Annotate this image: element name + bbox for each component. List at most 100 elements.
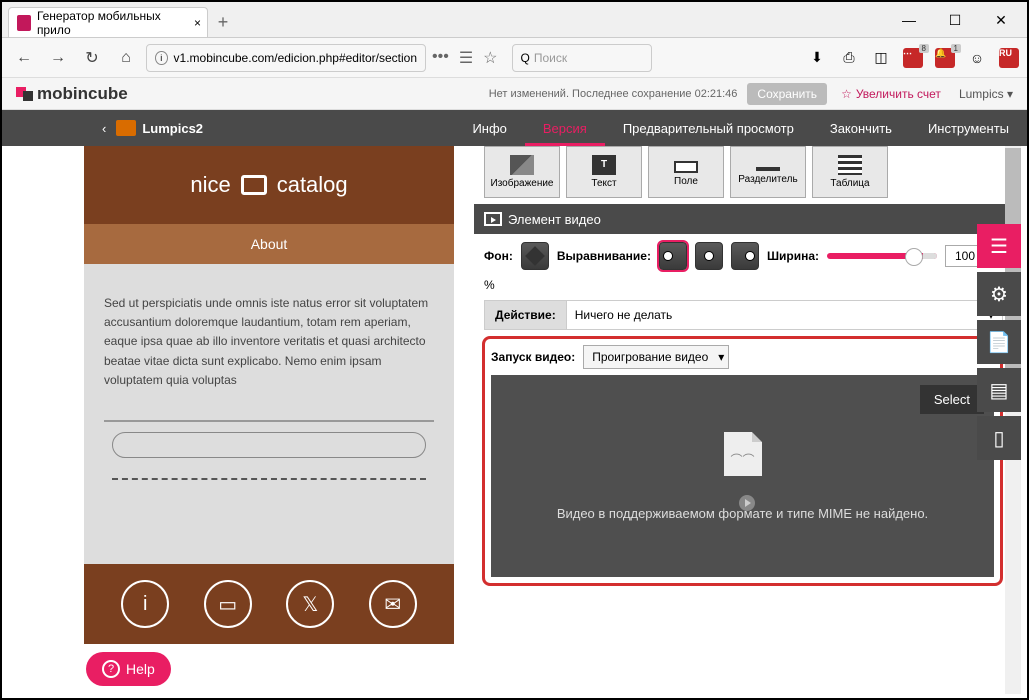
preview-divider [104, 420, 434, 422]
bookmark-icon[interactable]: ☆ [483, 48, 497, 68]
rail-settings-button[interactable]: ⚙ [977, 272, 1021, 316]
close-window-button[interactable]: ✕ [979, 6, 1023, 34]
star-icon: ☆ [841, 87, 852, 101]
url-toolbar: ← → ↻ ⌂ i v1.mobincube.com/edicion.php#e… [2, 38, 1027, 78]
tool-table[interactable]: Таблица [812, 146, 888, 198]
rail-device-button[interactable]: ▯ [977, 416, 1021, 460]
home-button[interactable]: ⌂ [112, 44, 140, 72]
ext-bell-icon[interactable]: 🔔1 [935, 48, 955, 68]
help-icon: ? [102, 660, 120, 678]
select-video-button[interactable]: Select [920, 385, 984, 414]
preview-about: About [84, 224, 454, 264]
play-icon [739, 495, 755, 511]
forward-button[interactable]: → [44, 44, 72, 72]
ext-face-icon[interactable]: ☺ [967, 48, 987, 68]
divider-icon [756, 167, 780, 171]
nav-tools[interactable]: Инструменты [910, 110, 1027, 146]
nav-preview[interactable]: Предварительный просмотр [605, 110, 812, 146]
ext-lastpass-icon[interactable]: ⋯8 [903, 48, 923, 68]
launch-label: Запуск видео: [491, 350, 575, 364]
search-placeholder: Поиск [534, 51, 567, 65]
window-controls: — ☐ ✕ [887, 6, 1023, 34]
preview-lorem: Sed ut perspiciatis unde omnis iste natu… [104, 294, 434, 390]
align-right-button[interactable] [731, 242, 759, 270]
video-icon [484, 212, 502, 226]
mail-icon: ✉ [369, 580, 417, 628]
address-bar[interactable]: i v1.mobincube.com/edicion.php#editor/se… [146, 44, 426, 72]
side-rail: ☰ ⚙ 📄 ▤ ▯ [977, 224, 1021, 460]
editor-content: nice catalog About Sed ut perspiciatis u… [84, 146, 1023, 694]
nav-info[interactable]: Инфо [454, 110, 524, 146]
twitter-icon: 𝕏 [286, 580, 334, 628]
phone-preview-column: nice catalog About Sed ut perspiciatis u… [84, 146, 474, 694]
image-icon [510, 155, 534, 175]
field-icon [674, 161, 698, 173]
maximize-button[interactable]: ☐ [933, 6, 977, 34]
broken-file-icon: ⌒⌒ [724, 432, 762, 476]
tool-divider[interactable]: Разделитель [730, 146, 806, 198]
browser-tab[interactable]: Генератор мобильных прило × [8, 7, 208, 37]
rail-page-settings-button[interactable]: 📄 [977, 320, 1021, 364]
video-drop-area[interactable]: Select ⌒⌒ Видео в поддерживаемом формате… [491, 375, 994, 577]
app-badge-icon [116, 120, 136, 136]
user-menu[interactable]: Lumpics ▾ [959, 87, 1013, 101]
align-center-button[interactable] [695, 242, 723, 270]
minimize-button[interactable]: — [887, 6, 931, 34]
more-icon[interactable]: ••• [432, 48, 449, 68]
tool-field[interactable]: Поле [648, 146, 724, 198]
search-icon: Q [521, 51, 530, 65]
reader-icon[interactable]: ☰ [459, 48, 473, 68]
app-header: mobincube Нет изменений. Последнее сохра… [2, 78, 1027, 110]
bg-label: Фон: [484, 249, 513, 263]
url-text: v1.mobincube.com/edicion.php#editor/sect… [174, 51, 417, 65]
new-tab-button[interactable]: + [208, 7, 238, 37]
preview-body: Sed ut perspiciatis unde omnis iste natu… [84, 264, 454, 564]
app-name: Lumpics2 [142, 121, 203, 136]
style-props-row: Фон: Выравнивание: Ширина: 100 % [474, 234, 1023, 300]
preview-dashed [112, 478, 426, 480]
preview-footer: i ▭ 𝕏 ✉ [84, 564, 454, 644]
tool-image[interactable]: Изображение [484, 146, 560, 198]
info-icon: i [121, 580, 169, 628]
launch-select[interactable]: Проигрование видео [583, 345, 729, 369]
browser-tab-strip: Генератор мобильных прило × + — ☐ ✕ [2, 2, 1027, 38]
width-slider[interactable] [827, 253, 937, 259]
ext-ru-icon[interactable]: RU [999, 48, 1019, 68]
video-config-box: Запуск видео: Проигрование видео Select … [482, 336, 1003, 586]
preview-input [112, 432, 426, 458]
close-icon[interactable]: × [194, 16, 201, 30]
video-section-header: Элемент видео [474, 204, 1005, 234]
upgrade-button[interactable]: ☆ Увеличить счет [841, 87, 941, 101]
save-status: Нет изменений. Последнее сохранение 02:2… [489, 88, 738, 100]
rail-data-button[interactable]: ▤ [977, 368, 1021, 412]
launch-row: Запуск видео: Проигрование видео [491, 345, 994, 369]
editor-nav-bar: ‹ Lumpics2 Инфо Версия Предварительный п… [2, 110, 1027, 146]
phone-preview[interactable]: nice catalog About Sed ut perspiciatis u… [84, 146, 454, 694]
download-icon[interactable]: ⬇ [807, 48, 827, 68]
bg-color-button[interactable] [521, 242, 549, 270]
width-unit: % [484, 278, 495, 292]
back-button[interactable]: ← [10, 44, 38, 72]
properties-panel: Изображение TТекст Поле Разделитель Табл… [474, 146, 1023, 694]
search-input[interactable]: Q Поиск [512, 44, 652, 72]
help-button[interactable]: ? Help [86, 652, 171, 686]
reload-button[interactable]: ↻ [78, 44, 106, 72]
preview-header: nice catalog [84, 146, 454, 224]
url-actions: ••• ☰ ☆ [432, 48, 498, 68]
action-row: Действие: Ничего не делать▾ [484, 300, 1003, 330]
align-left-button[interactable] [659, 242, 687, 270]
save-button[interactable]: Сохранить [747, 83, 827, 105]
nav-version[interactable]: Версия [525, 110, 605, 146]
rail-list-button[interactable]: ☰ [977, 224, 1021, 268]
action-select[interactable]: Ничего не делать▾ [567, 308, 1002, 322]
tool-text[interactable]: TТекст [566, 146, 642, 198]
text-icon: T [592, 155, 616, 175]
tab-title: Генератор мобильных прило [37, 9, 177, 37]
nav-back-button[interactable]: ‹ [92, 121, 116, 136]
nav-finish[interactable]: Закончить [812, 110, 910, 146]
sidebar-icon[interactable]: ◫ [871, 48, 891, 68]
site-info-icon[interactable]: i [155, 51, 168, 65]
mobincube-logo[interactable]: mobincube [16, 84, 128, 104]
catalog-icon [241, 175, 267, 195]
library-icon[interactable]: ⎙ [839, 48, 859, 68]
